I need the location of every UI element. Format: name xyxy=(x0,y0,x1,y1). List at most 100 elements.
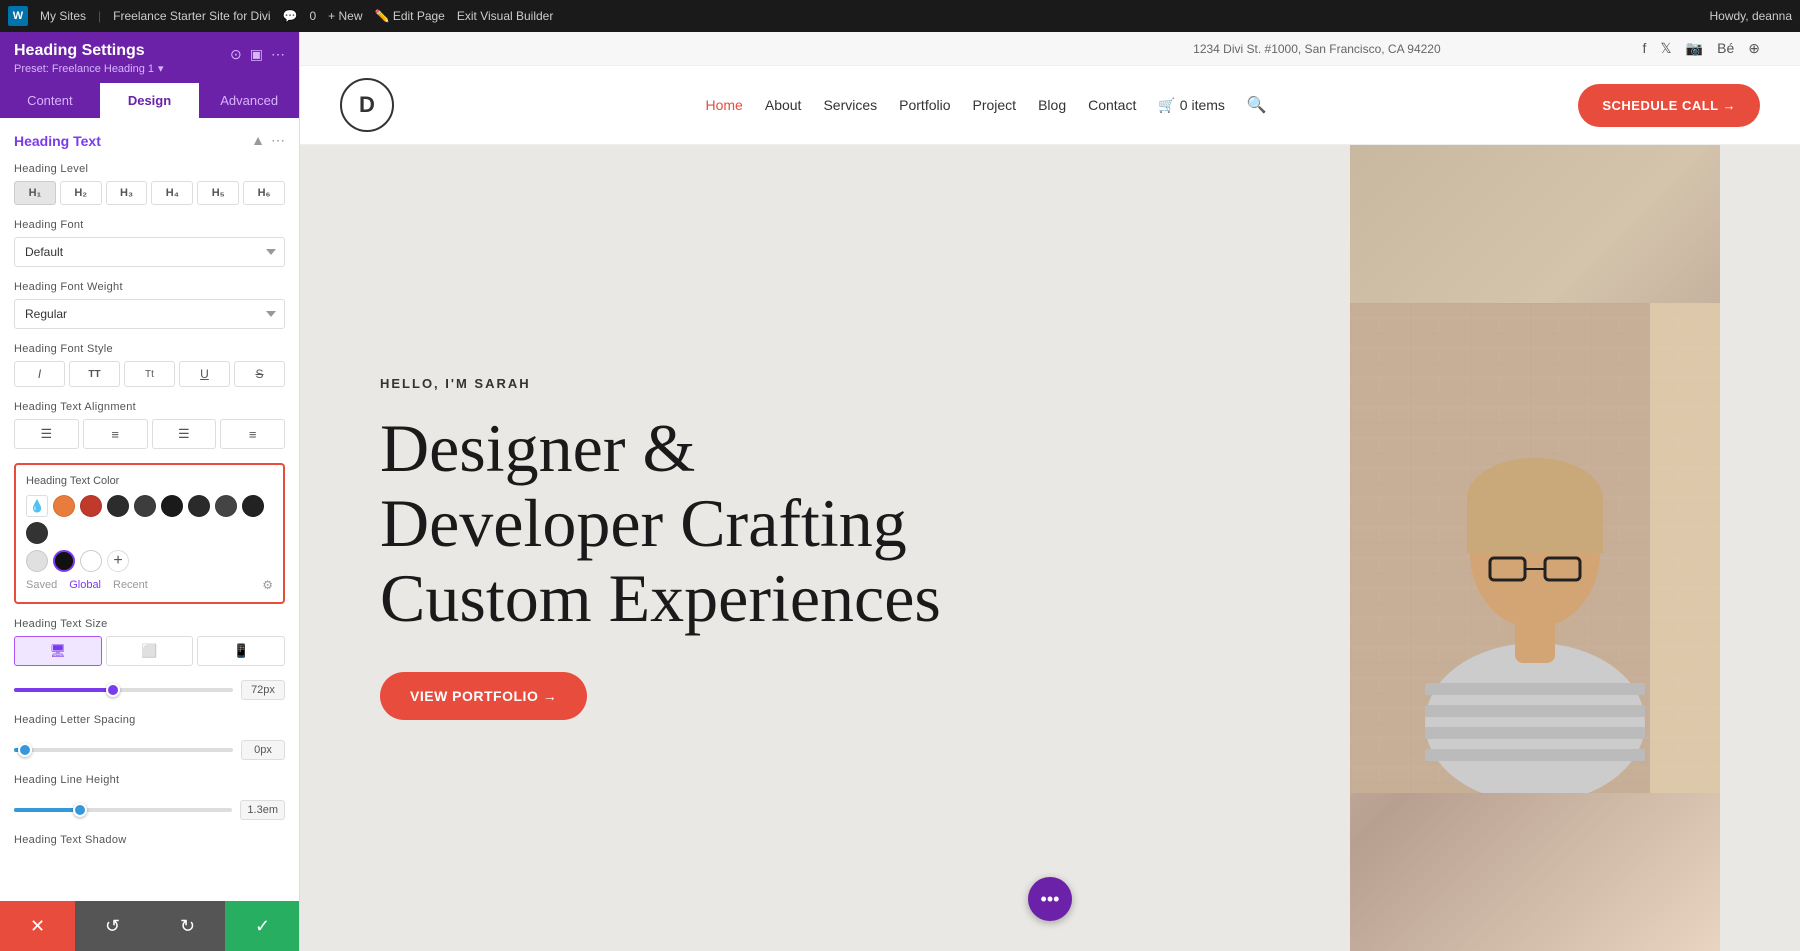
letter-spacing-track[interactable] xyxy=(14,748,233,752)
heading-level-h2[interactable]: H₂ xyxy=(60,181,102,205)
cancel-button[interactable]: ✕ xyxy=(0,901,75,951)
wp-logo[interactable]: W xyxy=(8,6,28,26)
visibility-icon[interactable]: ⊙ xyxy=(230,46,242,63)
font-style-buttons: I TT Tt U S xyxy=(14,361,285,387)
comments-icon[interactable]: 💬 xyxy=(283,9,298,23)
layout-icon[interactable]: ▣ xyxy=(250,46,263,63)
eyedropper-icon[interactable]: 💧 xyxy=(26,495,48,517)
color-tab-recent[interactable]: Recent xyxy=(113,579,148,591)
edit-page-link[interactable]: ✏️ Edit Page xyxy=(375,9,445,23)
heading-level-h3[interactable]: H₃ xyxy=(106,181,148,205)
sidebar-title: Heading Settings xyxy=(14,42,164,60)
tab-design[interactable]: Design xyxy=(100,83,200,118)
line-height-thumb[interactable] xyxy=(73,803,87,817)
color-settings-icon[interactable]: ⚙ xyxy=(262,578,273,592)
color-swatch-orange[interactable] xyxy=(53,495,75,517)
redo-button[interactable]: ↻ xyxy=(150,901,225,951)
color-swatch-black[interactable] xyxy=(53,550,75,572)
heading-level-h5[interactable]: H₅ xyxy=(197,181,239,205)
section-collapse-icon[interactable]: ▲ xyxy=(251,132,265,149)
line-height-value[interactable]: 1.3em xyxy=(240,800,285,820)
tab-content[interactable]: Content xyxy=(0,83,100,118)
save-button[interactable]: ✓ xyxy=(225,901,300,951)
floating-menu-button[interactable]: ••• xyxy=(1028,877,1072,921)
more-icon[interactable]: ⋯ xyxy=(271,46,285,63)
color-swatch-dark4[interactable] xyxy=(242,495,264,517)
align-left[interactable]: ☰ xyxy=(14,419,79,449)
section-heading-icons: ▲ ⋯ xyxy=(251,132,285,149)
preset-chevron[interactable]: ▾ xyxy=(158,62,164,75)
hero-content: HELLO, I'M SARAH Designer & Developer Cr… xyxy=(380,376,980,719)
facebook-icon[interactable]: f xyxy=(1643,40,1647,57)
color-tab-saved[interactable]: Saved xyxy=(26,579,57,591)
nav-home[interactable]: Home xyxy=(706,97,743,113)
nav-contact[interactable]: Contact xyxy=(1088,97,1136,113)
heading-level-h1[interactable]: H₁ xyxy=(14,181,56,205)
color-swatch-med1[interactable] xyxy=(215,495,237,517)
search-icon[interactable]: 🔍 xyxy=(1247,95,1267,115)
style-capitalize[interactable]: Tt xyxy=(124,361,175,387)
align-center[interactable]: ≡ xyxy=(83,419,148,449)
tab-advanced[interactable]: Advanced xyxy=(199,83,299,118)
color-swatch-white[interactable] xyxy=(80,550,102,572)
nav-project[interactable]: Project xyxy=(973,97,1017,113)
nav-portfolio[interactable]: Portfolio xyxy=(899,97,950,113)
heading-level-row: Heading Level H₁ H₂ H₃ H₄ H₅ H₆ xyxy=(14,163,285,205)
settings-sidebar: Heading Settings Preset: Freelance Headi… xyxy=(0,32,300,951)
align-right[interactable]: ☰ xyxy=(152,419,217,449)
heading-letter-spacing-row: Heading Letter Spacing xyxy=(14,714,285,726)
letter-spacing-thumb[interactable] xyxy=(18,743,32,757)
dribbble-icon[interactable]: ⊕ xyxy=(1748,40,1760,57)
color-swatch-red[interactable] xyxy=(80,495,102,517)
section-more-icon[interactable]: ⋯ xyxy=(271,132,285,149)
undo-button[interactable]: ↺ xyxy=(75,901,150,951)
my-sites-link[interactable]: My Sites xyxy=(40,9,86,23)
site-header: 1234 Divi St. #1000, San Francisco, CA 9… xyxy=(300,32,1800,145)
device-desktop[interactable]: 🖥 xyxy=(14,636,102,666)
line-height-track[interactable] xyxy=(14,808,232,812)
color-swatch-dark5[interactable] xyxy=(26,522,48,544)
main-layout: Heading Settings Preset: Freelance Headi… xyxy=(0,32,1800,951)
schedule-call-button[interactable]: SCHEDULE CALL → xyxy=(1578,84,1760,127)
site-name-link[interactable]: Freelance Starter Site for Divi xyxy=(113,9,270,23)
nav-blog[interactable]: Blog xyxy=(1038,97,1066,113)
heading-font-row: Heading Font Default xyxy=(14,219,285,267)
heading-font-label: Heading Font xyxy=(14,219,285,231)
align-justify[interactable]: ≡ xyxy=(220,419,285,449)
nav-about[interactable]: About xyxy=(765,97,802,113)
heading-font-weight-select[interactable]: Regular xyxy=(14,299,285,329)
cart-link[interactable]: 🛒 0 items xyxy=(1158,97,1225,114)
style-uppercase[interactable]: TT xyxy=(69,361,120,387)
add-color-icon[interactable]: + xyxy=(107,550,129,572)
style-strikethrough[interactable]: S xyxy=(234,361,285,387)
admin-bar: W My Sites | Freelance Starter Site for … xyxy=(0,0,1800,32)
color-swatch-dark1[interactable] xyxy=(107,495,129,517)
color-swatch-light[interactable] xyxy=(26,550,48,572)
site-nav-bar: D Home About Services Portfolio Project … xyxy=(300,66,1800,144)
instagram-icon[interactable]: 📷 xyxy=(1686,40,1703,57)
device-tablet[interactable]: ⬜ xyxy=(106,636,194,666)
nav-services[interactable]: Services xyxy=(823,97,877,113)
exit-builder-link[interactable]: Exit Visual Builder xyxy=(457,9,554,23)
letter-spacing-value[interactable]: 0px xyxy=(241,740,285,760)
heading-level-label: Heading Level xyxy=(14,163,285,175)
color-swatch-dark3[interactable] xyxy=(188,495,210,517)
text-size-track[interactable] xyxy=(14,688,233,692)
new-post-link[interactable]: + New xyxy=(328,9,362,23)
twitter-icon[interactable]: 𝕏 xyxy=(1660,40,1671,57)
text-size-value[interactable]: 72px xyxy=(241,680,285,700)
device-mobile[interactable]: 📱 xyxy=(197,636,285,666)
heading-level-h4[interactable]: H₄ xyxy=(151,181,193,205)
color-swatch-dark2[interactable] xyxy=(134,495,156,517)
color-swatch-darkest[interactable] xyxy=(161,495,183,517)
text-size-thumb[interactable] xyxy=(106,683,120,697)
style-italic[interactable]: I xyxy=(14,361,65,387)
color-tab-global[interactable]: Global xyxy=(69,579,101,591)
style-underline[interactable]: U xyxy=(179,361,230,387)
text-size-fill xyxy=(14,688,113,692)
view-portfolio-button[interactable]: VIEW PORTFOLIO → xyxy=(380,672,587,720)
heading-font-style-row: Heading Font Style I TT Tt U S xyxy=(14,343,285,387)
behance-icon[interactable]: Bé xyxy=(1717,40,1734,57)
heading-font-select[interactable]: Default xyxy=(14,237,285,267)
heading-level-h6[interactable]: H₆ xyxy=(243,181,285,205)
